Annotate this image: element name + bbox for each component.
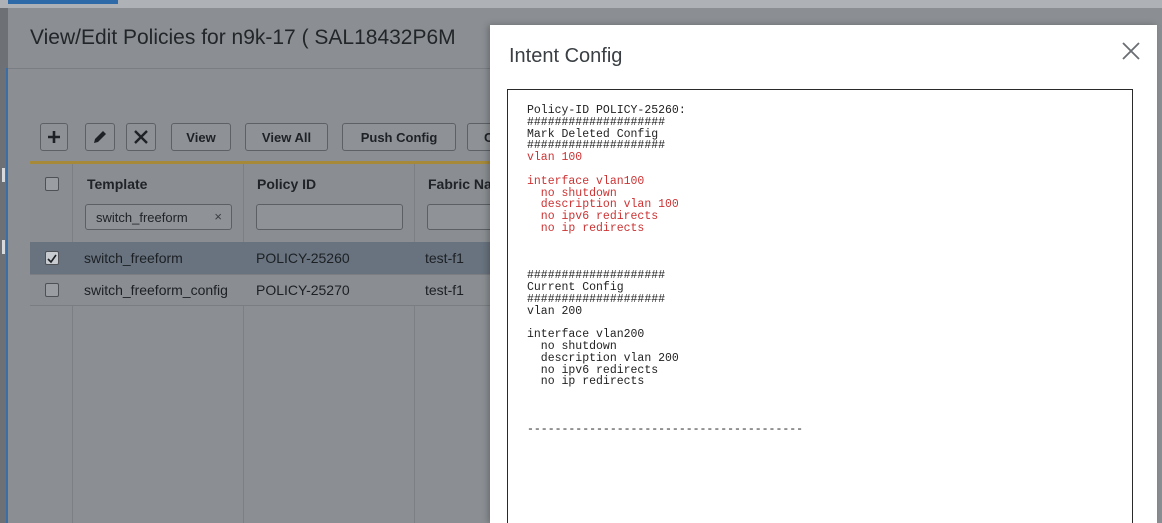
- config-spacer: [527, 412, 803, 424]
- view-button[interactable]: View: [171, 123, 231, 151]
- active-nav-indicator: [8, 0, 118, 4]
- current-config-line: no ip redirects: [527, 375, 645, 389]
- close-icon: [1122, 42, 1140, 60]
- pencil-icon: [94, 131, 106, 143]
- fabric-cell: test-f1: [425, 250, 464, 266]
- deleted-config-line: interface vlan100: [527, 174, 645, 188]
- column-header-template[interactable]: Template: [87, 176, 147, 192]
- dialog-title-divider: [8, 68, 490, 69]
- add-policy-button[interactable]: [40, 123, 68, 151]
- left-sidebar-edge: [0, 8, 8, 523]
- view-all-button[interactable]: View All: [245, 123, 328, 151]
- policy-id-cell: POLICY-25270: [256, 282, 350, 298]
- policy-id-cell: POLICY-25260: [256, 250, 350, 266]
- config-text-area[interactable]: Policy-ID POLICY-25260: ################…: [507, 89, 1133, 523]
- x-icon: [134, 130, 148, 144]
- sidebar-marker: [2, 240, 5, 254]
- deleted-config-line: [527, 164, 803, 176]
- modal-title: Intent Config: [509, 45, 623, 67]
- column-divider: [243, 164, 244, 523]
- top-navigation-strip: [0, 0, 1162, 8]
- config-content: Policy-ID POLICY-25260: ################…: [527, 105, 803, 435]
- policy-id-filter-input[interactable]: [256, 204, 403, 230]
- delete-policy-button[interactable]: [126, 123, 156, 151]
- column-divider: [72, 164, 73, 523]
- template-filter-input[interactable]: switch_freeform ×: [85, 204, 232, 230]
- sidebar-marker: [2, 168, 5, 182]
- column-header-policy-id[interactable]: Policy ID: [257, 176, 316, 192]
- config-spacer: [527, 235, 803, 259]
- footer-rule: ----------------------------------------: [527, 422, 804, 436]
- plus-icon: [48, 131, 60, 143]
- hash-separator: ####################: [527, 115, 666, 129]
- fabric-cell: test-f1: [425, 282, 464, 298]
- column-divider: [414, 164, 415, 523]
- current-config-line: vlan 200: [527, 304, 583, 318]
- table-row[interactable]: switch_freeform POLICY-25260 test-f1: [30, 242, 490, 274]
- policies-dialog-title: View/Edit Policies for n9k-17 ( SAL18432…: [30, 26, 456, 49]
- template-cell: switch_freeform: [84, 250, 183, 266]
- clear-filter-icon[interactable]: ×: [214, 209, 222, 224]
- current-config-line: description vlan 200: [527, 351, 679, 365]
- config-spacer: [527, 388, 803, 412]
- edit-policy-button[interactable]: [85, 123, 115, 151]
- template-filter-value: switch_freeform: [96, 209, 188, 225]
- deleted-config-line: vlan 100: [527, 151, 583, 165]
- fabric-filter-input[interactable]: [427, 204, 497, 230]
- hash-separator: ####################: [527, 292, 666, 306]
- column-header-fabric-name[interactable]: Fabric Na: [428, 176, 492, 192]
- table-row[interactable]: switch_freeform_config POLICY-25270 test…: [30, 274, 490, 306]
- row-checkbox[interactable]: [45, 283, 59, 297]
- row-checkbox[interactable]: [45, 251, 59, 265]
- intent-config-modal: Intent Config Policy-ID POLICY-25260: ##…: [490, 25, 1157, 523]
- checkmark-icon: [47, 254, 57, 264]
- deleted-config-line: no ip redirects: [527, 221, 645, 235]
- template-cell: switch_freeform_config: [84, 282, 228, 298]
- push-config-button[interactable]: Push Config: [342, 123, 456, 151]
- close-button[interactable]: [1119, 39, 1143, 63]
- select-all-checkbox[interactable]: [45, 177, 59, 191]
- current-config-line: no shutdown: [527, 339, 617, 353]
- current-config-heading: Current Config: [527, 280, 624, 294]
